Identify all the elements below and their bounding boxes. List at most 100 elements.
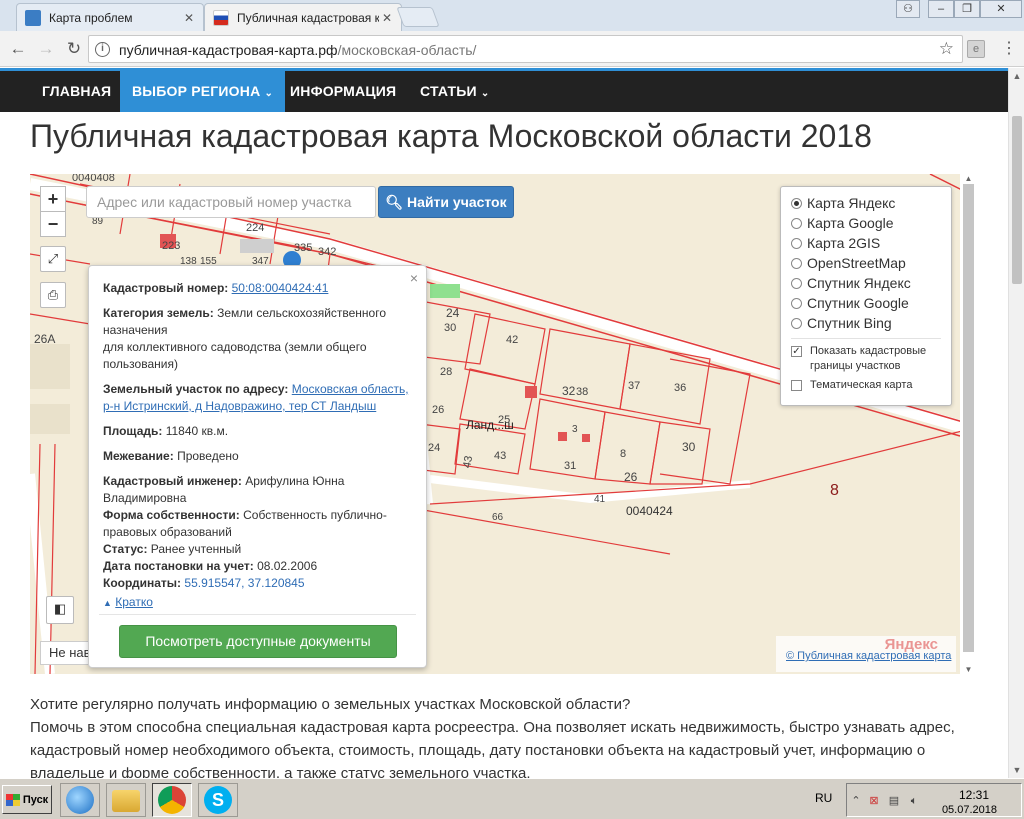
url-path: /московская-область/ <box>337 42 477 58</box>
scroll-down-icon[interactable]: ▼ <box>1009 762 1024 778</box>
nav-articles[interactable]: СТАТЬИ ⌄ <box>408 71 501 112</box>
toggle-thematic-map[interactable]: Тематическая карта <box>791 378 941 393</box>
attribution-link[interactable]: © Публичная кадастровая карта <box>786 650 951 662</box>
toggle-cadastral-boundaries[interactable]: ✓ Показать кадастровые границы участков <box>791 344 941 374</box>
view-documents-button[interactable]: Посмотреть доступные документы <box>119 625 397 658</box>
minimize-button[interactable]: – <box>928 0 954 18</box>
nav-home[interactable]: ГЛАВНАЯ <box>30 71 123 112</box>
skype-icon[interactable]: S <box>198 783 238 817</box>
page-title: Публичная кадастровая карта Московской о… <box>30 118 872 154</box>
zoom-out-button[interactable]: − <box>40 211 66 237</box>
info-icon[interactable]: i <box>95 42 110 57</box>
window-close-button[interactable]: ✕ <box>980 0 1022 18</box>
nav-info[interactable]: ИНФОРМАЦИЯ <box>278 71 408 112</box>
field-value: 11840 кв.м. <box>165 424 229 438</box>
layer-label: Карта Яндекс <box>807 195 896 211</box>
cadastral-map[interactable]: 0040408 89 223 224 335 342 138 155 347 2… <box>30 174 977 674</box>
bookmark-star-icon[interactable]: ☆ <box>939 39 954 59</box>
zoom-in-button[interactable]: + <box>40 186 66 212</box>
layer-option[interactable]: Спутник Яндекс <box>791 273 941 293</box>
green-area <box>430 284 460 298</box>
close-icon[interactable]: ✕ <box>181 11 197 25</box>
search-input[interactable]: Адрес или кадастровый номер участка <box>86 186 376 218</box>
address-row: Земельный участок по адресу: Московская … <box>103 381 415 415</box>
browser-toolbar: ← → ↻ i публичная-кадастровая-карта.рф/м… <box>0 31 1024 67</box>
map-layers-panel: Карта Яндекс Карта Google Карта 2GIS Ope… <box>780 186 952 406</box>
brief-toggle[interactable]: ▲ Кратко <box>103 592 415 612</box>
radio-icon[interactable] <box>791 257 802 269</box>
map-label: 3 <box>572 424 578 435</box>
russia-flag-icon <box>213 9 229 26</box>
status-row: Статус: Ранее учтенный <box>103 541 415 558</box>
map-label: 26A <box>34 332 56 346</box>
network-error-icon[interactable]: ⊠ <box>867 794 881 808</box>
browser-menu-icon[interactable]: ⋮ <box>1000 39 1018 59</box>
map-label: 42 <box>506 334 519 346</box>
file-explorer-icon[interactable] <box>106 783 146 817</box>
parcel-info-popup: × Кадастровый номер: 50:08:0040424:41 Ка… <box>88 265 427 668</box>
chevron-up-icon[interactable]: ⌃ <box>849 794 863 808</box>
forward-arrow-icon[interactable]: → <box>34 37 58 61</box>
layer-option[interactable]: Карта 2GIS <box>791 233 941 253</box>
layer-option[interactable]: Спутник Bing <box>791 313 941 333</box>
chrome-icon[interactable] <box>152 783 192 817</box>
tab-map-problems[interactable]: Карта проблем ✕ <box>16 3 204 31</box>
browser-tabbar: Карта проблем ✕ Публичная кадастровая ка… <box>0 0 1024 31</box>
cadastral-number-link[interactable]: 50:08:0040424:41 <box>232 281 329 295</box>
map-attribution: Яндекс © Публичная кадастровая карта <box>776 636 956 672</box>
nav-region-select[interactable]: ВЫБОР РЕГИОНА ⌄ <box>120 71 286 112</box>
map-label: 31 <box>564 460 577 472</box>
scroll-up-icon[interactable]: ▲ <box>960 174 977 183</box>
radio-icon[interactable] <box>791 297 802 309</box>
internet-explorer-icon[interactable] <box>60 783 100 817</box>
radio-icon[interactable] <box>791 237 802 249</box>
map-label: 24 <box>428 442 441 454</box>
extension-icon[interactable]: e <box>967 40 985 58</box>
print-icon[interactable]: ⎙ <box>40 282 66 308</box>
page-scrollbar[interactable]: ▲ ▼ <box>1008 68 1024 778</box>
radio-icon[interactable] <box>791 317 802 329</box>
layer-option[interactable]: OpenStreetMap <box>791 253 941 273</box>
volume-icon[interactable]: 🔈︎ <box>907 794 921 808</box>
new-tab-button[interactable] <box>396 7 440 27</box>
search-button[interactable]: 🔍︎ Найти участок <box>378 186 514 218</box>
ruler-icon[interactable]: ◧ <box>46 596 74 624</box>
close-icon[interactable]: ✕ <box>379 11 395 25</box>
ie-glyph <box>66 786 94 814</box>
fullscreen-icon[interactable]: ⤢ <box>40 246 66 272</box>
layer-option[interactable]: Карта Google <box>791 213 941 233</box>
scroll-thumb[interactable] <box>963 184 974 652</box>
brief-link[interactable]: Кратко <box>115 594 153 611</box>
scroll-down-icon[interactable]: ▼ <box>960 665 977 674</box>
layer-option[interactable]: Карта Яндекс <box>791 193 941 213</box>
start-button[interactable]: Пуск <box>2 785 52 814</box>
map-scrollbar[interactable]: ▲ ▼ <box>960 174 977 674</box>
language-indicator[interactable]: RU <box>815 791 832 805</box>
layer-option[interactable]: Спутник Google <box>791 293 941 313</box>
devices-icon[interactable]: ▤ <box>887 794 901 808</box>
clock-time[interactable]: 12:31 <box>959 788 989 802</box>
layer-label: Спутник Яндекс <box>807 275 911 291</box>
engineer-row: Кадастровый инженер: Арифулина Юнна Влад… <box>103 473 415 507</box>
radio-icon[interactable] <box>791 197 802 209</box>
scroll-up-icon[interactable]: ▲ <box>1009 68 1024 84</box>
map-label: 342 <box>318 246 337 258</box>
system-tray: ⌃ ⊠ ▤ 🔈︎ 12:31 05.07.2018 <box>846 783 1022 817</box>
reload-icon[interactable]: ↻ <box>62 37 86 61</box>
field-label: Кадастровый номер: <box>103 281 229 295</box>
restore-button[interactable]: ❐ <box>954 0 980 18</box>
user-icon[interactable]: ⚇ <box>896 0 920 18</box>
tab-cadastral-map[interactable]: Публичная кадастровая ка ✕ <box>204 3 402 31</box>
address-bar[interactable]: i публичная-кадастровая-карта.рф/московс… <box>88 35 963 63</box>
radio-icon[interactable] <box>791 217 802 229</box>
field-label: Форма собственности: <box>103 508 240 522</box>
back-arrow-icon[interactable]: ← <box>6 37 30 61</box>
field-label: Категория земель: <box>103 306 214 320</box>
clock-date[interactable]: 05.07.2018 <box>942 804 997 816</box>
search-icon: 🔍︎ <box>385 194 404 210</box>
checkbox-checked-icon[interactable]: ✓ <box>791 346 802 357</box>
radio-icon[interactable] <box>791 277 802 289</box>
scroll-thumb[interactable] <box>1012 116 1022 284</box>
coordinates-value: 55.915547, 37.120845 <box>184 576 305 590</box>
checkbox-icon[interactable] <box>791 380 802 391</box>
